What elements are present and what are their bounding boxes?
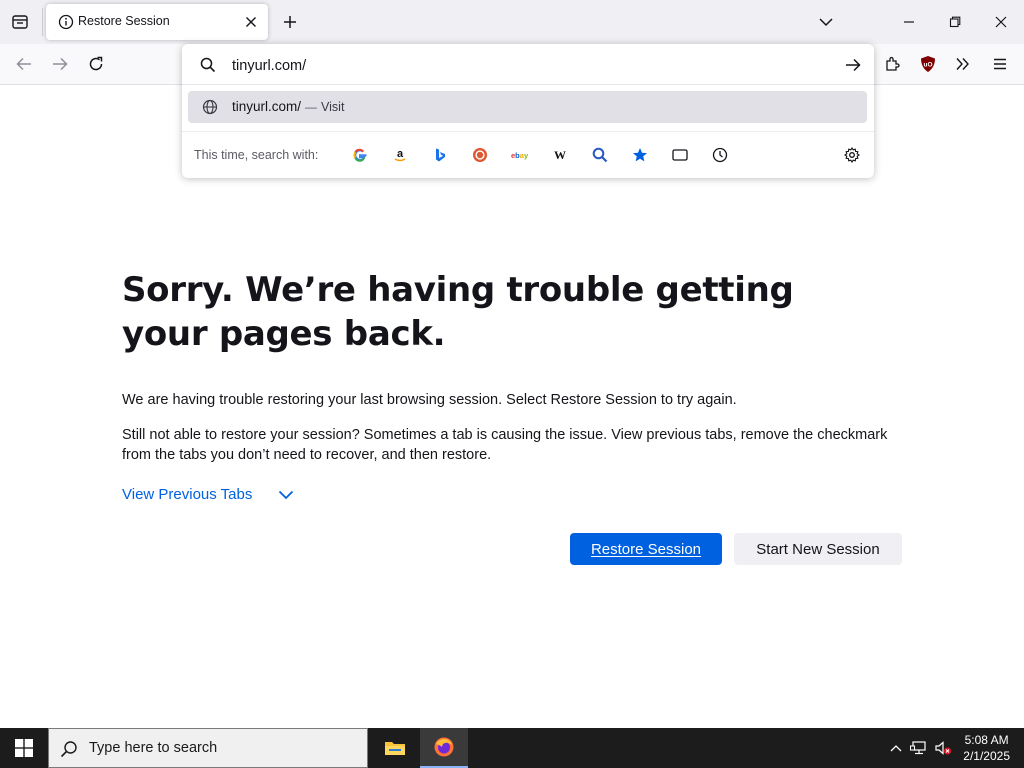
taskbar-search-box[interactable]: Type here to search: [48, 728, 368, 768]
svg-text:W: W: [554, 148, 566, 162]
tabs-icon[interactable]: [669, 144, 691, 166]
svg-text:ebay: ebay: [511, 151, 529, 160]
info-icon: [54, 10, 78, 34]
show-hidden-icons-chevron-icon[interactable]: [884, 736, 908, 760]
suggestion-separator: —: [305, 100, 318, 114]
urlbar-divider: [182, 84, 874, 85]
extensions-icon[interactable]: [880, 52, 904, 76]
troubleshoot-text: Still not able to restore your session? …: [122, 427, 888, 463]
volume-muted-icon[interactable]: [931, 736, 955, 760]
google-icon[interactable]: [349, 144, 371, 166]
globe-icon: [198, 95, 222, 119]
search-with-label: This time, search with:: [194, 148, 319, 162]
history-icon[interactable]: [709, 144, 731, 166]
taskbar-search-icon: [57, 737, 81, 761]
search-icon: [196, 53, 220, 77]
go-arrow-icon[interactable]: [841, 53, 865, 77]
svg-text:a: a: [397, 148, 404, 160]
start-new-session-button[interactable]: Start New Session: [734, 533, 902, 565]
new-tab-icon[interactable]: [278, 10, 302, 34]
clock-time: 5:08 AM: [964, 733, 1009, 747]
forward-icon[interactable]: [48, 52, 72, 76]
tab-strip: Restore Session: [0, 0, 1024, 44]
duckduckgo-icon[interactable]: [469, 144, 491, 166]
view-previous-tabs-toggle[interactable]: View Previous Tabs: [122, 486, 294, 503]
page-title: Sorry. We’re having trouble getting your…: [122, 270, 794, 354]
ebay-icon[interactable]: ebay: [509, 144, 531, 166]
reload-icon[interactable]: [84, 52, 108, 76]
svg-text:uO: uO: [923, 62, 932, 69]
tab-title: Restore Session: [78, 14, 170, 28]
bookmarks-star-icon[interactable]: [629, 144, 651, 166]
more-tools-chevron-icon[interactable]: [951, 52, 975, 76]
ublock-origin-icon[interactable]: uO: [916, 52, 940, 76]
chevron-down-icon: [278, 490, 294, 500]
search-engine-magnifier-icon[interactable]: [589, 144, 611, 166]
clock-date: 2/1/2025: [963, 749, 1010, 763]
taskbar-search-placeholder: Type here to search: [89, 740, 218, 756]
wikipedia-icon[interactable]: W: [549, 144, 571, 166]
windows-start-icon[interactable]: [0, 728, 48, 768]
restore-session-button[interactable]: Restore Session: [570, 533, 722, 565]
restore-window-icon[interactable]: [943, 10, 967, 34]
close-tab-icon[interactable]: [239, 10, 263, 34]
url-suggestion-row[interactable]: tinyurl.com/— Visit: [188, 91, 867, 123]
minimize-icon[interactable]: [897, 10, 921, 34]
url-input[interactable]: [232, 56, 792, 76]
suggestion-url: tinyurl.com/: [232, 99, 302, 114]
search-engines-divider: [182, 131, 874, 132]
bing-icon[interactable]: [429, 144, 451, 166]
close-window-icon[interactable]: [989, 10, 1013, 34]
tab-restore-session[interactable]: Restore Session: [46, 4, 268, 40]
amazon-icon[interactable]: a: [389, 144, 411, 166]
file-explorer-icon[interactable]: [371, 728, 419, 768]
restore-info-text: We are having trouble restoring your las…: [122, 392, 737, 408]
hamburger-menu-icon[interactable]: [988, 52, 1012, 76]
suggestion-action: Visit: [321, 100, 345, 114]
search-settings-gear-icon[interactable]: [841, 144, 863, 166]
network-icon[interactable]: [907, 736, 931, 760]
system-clock[interactable]: 5:08 AM 2/1/2025: [963, 732, 1010, 764]
view-previous-tabs-label: View Previous Tabs: [122, 486, 253, 503]
list-all-tabs-icon[interactable]: [814, 10, 838, 34]
firefox-view-icon[interactable]: [8, 10, 32, 34]
windows-taskbar: Type here to search 5:08 AM 2/1/2025: [0, 728, 1024, 768]
back-icon[interactable]: [12, 52, 36, 76]
firefox-taskbar-icon[interactable]: [420, 728, 468, 768]
urlbar-dropdown: tinyurl.com/—Visit This time, search wit…: [182, 44, 874, 178]
